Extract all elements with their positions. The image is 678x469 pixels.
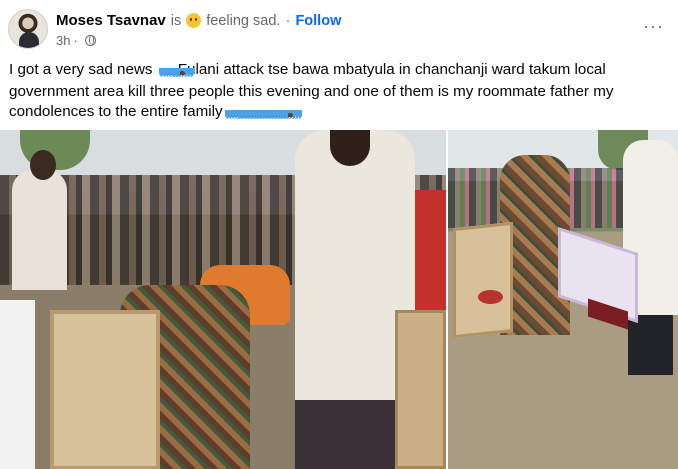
post-text-part1: I got a very sad news bbox=[9, 61, 153, 78]
is-text: is bbox=[170, 12, 182, 29]
author-name[interactable]: Moses Tsavnav bbox=[56, 12, 166, 29]
photo-coffin-carried[interactable] bbox=[448, 130, 678, 469]
header-line: Moses Tsavnav is feeling sad. · Follow bbox=[56, 12, 341, 29]
timestamp[interactable]: 3h bbox=[56, 33, 70, 48]
post-meta: 3h · bbox=[56, 33, 96, 48]
photo-crowd-coffins[interactable] bbox=[0, 130, 446, 469]
globe-icon[interactable] bbox=[84, 35, 96, 46]
more-options-icon[interactable]: ··· bbox=[643, 16, 664, 37]
separator-dot: · bbox=[285, 12, 291, 29]
sad-face-icon bbox=[186, 13, 202, 28]
emoji-group-1 bbox=[157, 61, 178, 78]
photo-grid bbox=[0, 130, 678, 469]
post-header: Moses Tsavnav is feeling sad. · Follow 3… bbox=[6, 8, 672, 52]
emoji-group-2 bbox=[223, 103, 286, 120]
post-text: I got a very sad news Fulani attack tse … bbox=[9, 60, 669, 124]
author-avatar[interactable] bbox=[8, 9, 48, 49]
feeling-text: feeling sad. bbox=[206, 12, 281, 29]
facebook-post: Moses Tsavnav is feeling sad. · Follow 3… bbox=[0, 0, 678, 469]
follow-button[interactable]: Follow bbox=[295, 13, 341, 29]
time-separator: · bbox=[73, 33, 78, 48]
